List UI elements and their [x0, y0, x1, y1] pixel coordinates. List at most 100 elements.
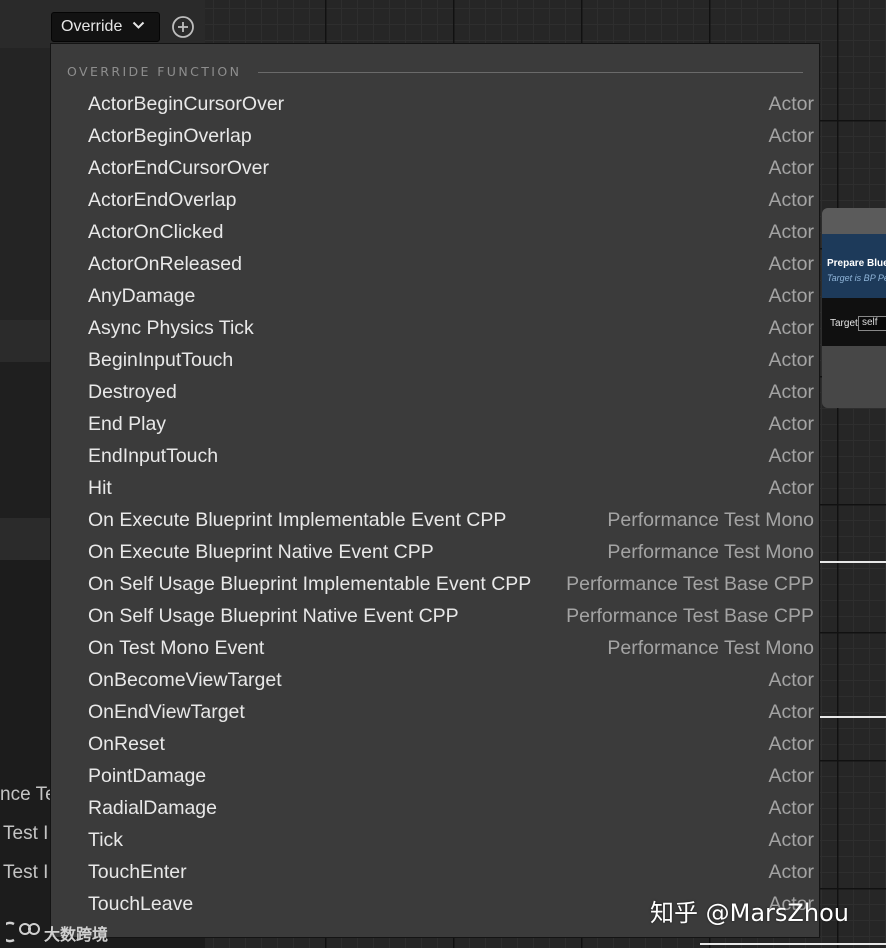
watermark-logo: 大数跨境 — [6, 918, 121, 946]
menu-item-name: TouchEnter — [88, 861, 187, 883]
details-section — [0, 48, 52, 320]
menu-item[interactable]: Async Physics Tick Actor — [51, 313, 819, 345]
menu-item-name: Hit — [88, 477, 112, 499]
menu-item-name: ActorBeginOverlap — [88, 125, 252, 147]
menu-item-owner: Actor — [768, 221, 814, 243]
menu-item[interactable]: Hit Actor — [51, 473, 819, 505]
node-header — [822, 208, 886, 234]
menu-item[interactable]: On Test Mono Event Performance Test Mono — [51, 633, 819, 665]
menu-item[interactable]: ActorEndCursorOver Actor — [51, 153, 819, 185]
menu-item-owner: Actor — [768, 349, 814, 371]
menu-item-name: End Play — [88, 413, 167, 435]
plus-circle-icon[interactable] — [171, 15, 195, 39]
menu-item-owner: Performance Test Base CPP — [566, 605, 814, 627]
menu-item-name: BeginInputTouch — [88, 349, 234, 371]
exec-wire — [820, 561, 886, 563]
menu-item-name: ActorEndCursorOver — [88, 157, 269, 179]
menu-header-divider — [258, 72, 803, 73]
menu-item-name: RadialDamage — [88, 797, 217, 819]
exec-wire — [820, 716, 886, 718]
node-lower-area — [822, 346, 886, 408]
menu-item[interactable]: RadialDamage Actor — [51, 793, 819, 825]
node-subtitle: Target is BP Pe — [827, 273, 886, 283]
menu-item-name: Async Physics Tick — [88, 317, 254, 339]
menu-item[interactable]: ActorOnReleased Actor — [51, 249, 819, 281]
menu-item[interactable]: On Self Usage Blueprint Native Event CPP… — [51, 601, 819, 633]
details-row-label: Test I — [3, 823, 49, 844]
menu-section-header: OVERRIDE FUNCTION — [67, 64, 242, 79]
menu-item[interactable]: On Execute Blueprint Native Event CPP Per… — [51, 537, 819, 569]
menu-item-name: ActorEndOverlap — [88, 189, 237, 211]
override-dropdown-button[interactable]: Override — [51, 12, 160, 42]
menu-item[interactable]: End Play Actor — [51, 409, 819, 441]
details-row-label: nce Te — [0, 784, 56, 805]
menu-item[interactable]: On Execute Blueprint Implementable Event… — [51, 505, 819, 537]
menu-item-name: Destroyed — [88, 381, 177, 403]
menu-item-name: ActorOnClicked — [88, 221, 224, 243]
details-section — [0, 362, 52, 518]
menu-item[interactable]: EndInputTouch Actor — [51, 441, 819, 473]
details-section-header[interactable] — [0, 320, 52, 362]
menu-item[interactable]: OnReset Actor — [51, 729, 819, 761]
menu-item[interactable]: ActorBeginOverlap Actor — [51, 121, 819, 153]
menu-item[interactable]: TouchEnter Actor — [51, 857, 819, 889]
menu-item-owner: Actor — [768, 797, 814, 819]
menu-item-owner: Actor — [768, 765, 814, 787]
blueprint-node[interactable]: Prepare Bluep Target is BP Pe Target sel… — [822, 208, 886, 408]
menu-item-owner: Actor — [768, 445, 814, 467]
menu-item[interactable]: BeginInputTouch Actor — [51, 345, 819, 377]
menu-item-name: ActorOnReleased — [88, 253, 242, 275]
menu-item-owner: Actor — [768, 253, 814, 275]
menu-item-owner: Performance Test Base CPP — [566, 573, 814, 595]
menu-item[interactable]: ActorBeginCursorOver Actor — [51, 89, 819, 121]
menu-item-owner: Performance Test Mono — [607, 637, 814, 659]
exec-wire — [700, 943, 886, 945]
menu-item-owner: Actor — [768, 189, 814, 211]
menu-item-name: On Execute Blueprint Implementable Event… — [88, 509, 507, 531]
menu-item-name: Tick — [88, 829, 124, 851]
menu-item-name: OnReset — [88, 733, 165, 755]
menu-item-name: OnBecomeViewTarget — [88, 669, 282, 691]
menu-item-owner: Actor — [768, 285, 814, 307]
menu-item-owner: Actor — [768, 125, 814, 147]
menu-item-owner: Actor — [768, 733, 814, 755]
menu-item[interactable]: OnBecomeViewTarget Actor — [51, 665, 819, 697]
override-label: Override — [61, 18, 123, 35]
menu-item-owner: Actor — [768, 93, 814, 115]
node-target-input[interactable]: self — [858, 316, 886, 331]
menu-item-owner: Actor — [768, 669, 814, 691]
watermark-left-text: 大数跨境 — [44, 925, 109, 944]
menu-item-owner: Actor — [768, 317, 814, 339]
node-target-label: Target — [830, 318, 858, 329]
menu-item[interactable]: PointDamage Actor — [51, 761, 819, 793]
menu-item[interactable]: ActorEndOverlap Actor — [51, 185, 819, 217]
menu-item[interactable]: ActorOnClicked Actor — [51, 217, 819, 249]
override-function-menu: OVERRIDE FUNCTION ActorBeginCursorOver Ac… — [50, 43, 820, 938]
watermark-text: 知乎 @MarsZhou — [650, 899, 849, 927]
logo-icon — [6, 921, 40, 943]
menu-item[interactable]: Destroyed Actor — [51, 377, 819, 409]
menu-item-name: AnyDamage — [88, 285, 196, 307]
details-section-header[interactable] — [0, 518, 52, 560]
node-title: Prepare Bluep — [827, 258, 886, 269]
menu-item-name: TouchLeave — [88, 893, 194, 915]
menu-item-owner: Actor — [768, 477, 814, 499]
menu-item-owner: Actor — [768, 861, 814, 883]
menu-item[interactable]: On Self Usage Blueprint Implementable Ev… — [51, 569, 819, 601]
menu-item[interactable]: AnyDamage Actor — [51, 281, 819, 313]
menu-item-owner: Actor — [768, 701, 814, 723]
details-row-label: Test I — [3, 862, 49, 883]
menu-item-owner: Actor — [768, 829, 814, 851]
menu-item-name: OnEndViewTarget — [88, 701, 245, 723]
menu-item[interactable]: Tick Actor — [51, 825, 819, 857]
menu-item[interactable]: OnEndViewTarget Actor — [51, 697, 819, 729]
menu-item-owner: Actor — [768, 413, 814, 435]
menu-item-owner: Actor — [768, 157, 814, 179]
menu-item-owner: Performance Test Mono — [607, 509, 814, 531]
chevron-down-icon — [132, 21, 145, 29]
menu-item-owner: Actor — [768, 381, 814, 403]
menu-item-name: ActorBeginCursorOver — [88, 93, 285, 115]
menu-item-name: PointDamage — [88, 765, 207, 787]
menu-item-name: On Test Mono Event — [88, 637, 265, 659]
menu-item-owner: Performance Test Mono — [607, 541, 814, 563]
